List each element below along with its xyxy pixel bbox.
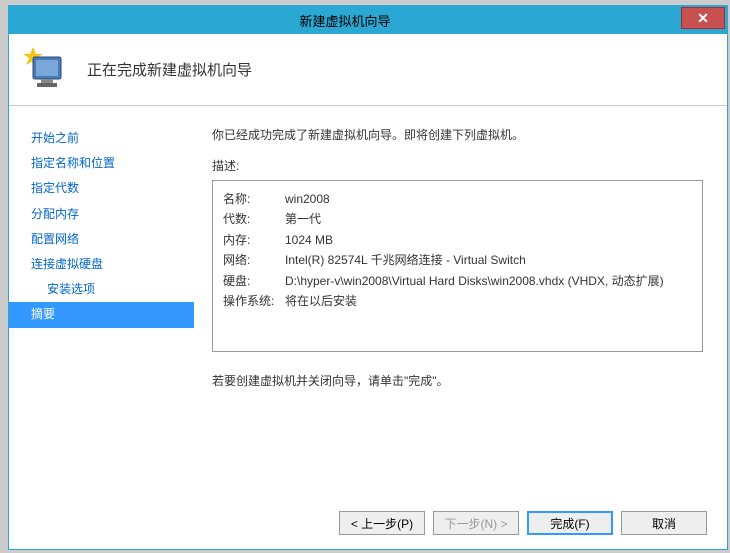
summary-value: D:\hyper-v\win2008\Virtual Hard Disks\wi…	[285, 271, 692, 291]
sidebar-item-7[interactable]: 摘要	[9, 302, 194, 327]
summary-value: win2008	[285, 189, 692, 209]
description-label: 描述:	[212, 157, 703, 174]
window-title: 新建虚拟机向导	[9, 11, 681, 30]
intro-text: 你已经成功完成了新建虚拟机向导。即将创建下列虚拟机。	[212, 126, 703, 143]
summary-row: 操作系统:将在以后安装	[223, 291, 692, 311]
titlebar: 新建虚拟机向导 ✕	[9, 6, 727, 34]
sidebar-item-0[interactable]: 开始之前	[9, 126, 194, 151]
wizard-icon	[23, 45, 73, 95]
summary-box: 名称:win2008代数:第一代内存:1024 MB网络:Intel(R) 82…	[212, 180, 703, 352]
finish-button[interactable]: 完成(F)	[527, 511, 613, 535]
hint-text: 若要创建虚拟机并关闭向导，请单击"完成"。	[212, 372, 703, 389]
summary-row: 内存:1024 MB	[223, 230, 692, 250]
summary-value: 将在以后安装	[285, 291, 692, 311]
summary-row: 硬盘:D:\hyper-v\win2008\Virtual Hard Disks…	[223, 271, 692, 291]
sidebar-item-1[interactable]: 指定名称和位置	[9, 151, 194, 176]
summary-value: 1024 MB	[285, 230, 692, 250]
summary-row: 网络:Intel(R) 82574L 千兆网络连接 - Virtual Swit…	[223, 250, 692, 270]
summary-row: 代数:第一代	[223, 209, 692, 229]
close-button[interactable]: ✕	[681, 7, 725, 29]
summary-key: 名称:	[223, 189, 285, 209]
main-content: 你已经成功完成了新建虚拟机向导。即将创建下列虚拟机。 描述: 名称:win200…	[194, 106, 727, 496]
footer-buttons: < 上一步(P) 下一步(N) > 完成(F) 取消	[339, 511, 707, 535]
sidebar-item-4[interactable]: 配置网络	[9, 227, 194, 252]
sidebar-item-3[interactable]: 分配内存	[9, 202, 194, 227]
page-title: 正在完成新建虚拟机向导	[87, 59, 252, 80]
sidebar-item-5[interactable]: 连接虚拟硬盘	[9, 252, 194, 277]
summary-key: 代数:	[223, 209, 285, 229]
summary-key: 操作系统:	[223, 291, 285, 311]
next-button: 下一步(N) >	[433, 511, 519, 535]
cancel-button[interactable]: 取消	[621, 511, 707, 535]
summary-key: 硬盘:	[223, 271, 285, 291]
summary-key: 内存:	[223, 230, 285, 250]
sidebar-item-6[interactable]: 安装选项	[9, 277, 194, 302]
sidebar: 开始之前指定名称和位置指定代数分配内存配置网络连接虚拟硬盘安装选项摘要	[9, 106, 194, 496]
close-icon: ✕	[697, 10, 709, 27]
wizard-body: 开始之前指定名称和位置指定代数分配内存配置网络连接虚拟硬盘安装选项摘要 你已经成…	[9, 106, 727, 496]
summary-key: 网络:	[223, 250, 285, 270]
wizard-window: 新建虚拟机向导 ✕ 正在完成新建虚拟机向导 开始之前指定名称和位置指定代数分配内…	[8, 5, 728, 550]
sidebar-item-2[interactable]: 指定代数	[9, 176, 194, 201]
prev-button[interactable]: < 上一步(P)	[339, 511, 425, 535]
summary-value: 第一代	[285, 209, 692, 229]
summary-row: 名称:win2008	[223, 189, 692, 209]
summary-value: Intel(R) 82574L 千兆网络连接 - Virtual Switch	[285, 250, 692, 270]
wizard-header: 正在完成新建虚拟机向导	[9, 34, 727, 106]
